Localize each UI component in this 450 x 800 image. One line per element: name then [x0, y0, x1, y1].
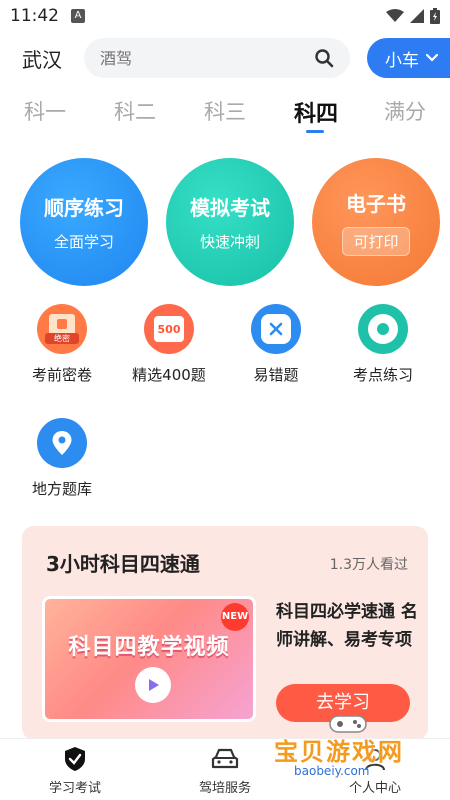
grid-item-selected-400[interactable]: 500 精选400题 [119, 304, 219, 385]
nav-label-study-exam: 学习考试 [48, 781, 101, 796]
subject-tabs: 科一 科二 科三 科四 满分 [0, 90, 450, 136]
ebook-button[interactable]: 电子书 可打印 [304, 150, 448, 294]
status-icons [386, 8, 440, 24]
active-tab-indicator [306, 130, 324, 133]
selected-400-icon: 500 [144, 304, 194, 354]
status-time: 11:42 [10, 6, 59, 26]
mock-exam-title: 模拟考试 [190, 196, 270, 220]
search-icon[interactable] [314, 48, 334, 68]
shield-check-icon [15, 745, 135, 773]
nav-driving-service[interactable]: 驾培服务 [165, 745, 285, 796]
promo-title: 3小时科目四速通 [46, 552, 200, 576]
sequential-practice-button[interactable]: 顺序练习 全面学习 [12, 150, 156, 294]
grid-item-secret-paper[interactable]: 绝密 考前密卷 [12, 304, 112, 385]
ebook-title: 电子书 [346, 192, 406, 216]
grid-item-wrong-questions[interactable]: 易错题 [226, 304, 326, 385]
new-badge: NEW [221, 603, 249, 631]
tab-subject-1[interactable]: 科一 [24, 96, 66, 126]
nav-label-driving-service: 驾培服务 [198, 781, 251, 796]
tab-full-score[interactable]: 满分 [384, 96, 426, 126]
play-icon[interactable] [135, 667, 171, 703]
tab-subject-2[interactable]: 科二 [114, 96, 156, 126]
secret-paper-icon: 绝密 [37, 304, 87, 354]
promo-view-count: 1.3万人看过 [329, 557, 408, 573]
vehicle-type-label: 小车 [385, 50, 419, 71]
selected-400-badge: 500 [157, 322, 181, 336]
car-icon [165, 745, 285, 773]
mock-exam-subtitle: 快速冲刺 [199, 233, 260, 251]
grid-label-wrong-questions: 易错题 [253, 366, 299, 384]
grid-item-exam-points[interactable]: 考点练习 [333, 304, 433, 385]
tab-subject-4[interactable]: 科四 [294, 96, 338, 128]
location-pin-icon [37, 418, 87, 468]
battery-icon [430, 8, 440, 24]
grid-label-local-bank: 地方题库 [31, 480, 92, 498]
grid-item-local-bank[interactable]: 地方题库 [12, 418, 112, 499]
grid-label-selected-400: 精选400题 [132, 366, 206, 384]
wifi-icon [386, 9, 404, 22]
vehicle-type-dropdown[interactable]: 小车 [367, 38, 450, 78]
sequential-practice-title: 顺序练习 [44, 196, 124, 220]
signal-icon [410, 9, 424, 23]
grid-label-secret-paper: 考前密卷 [31, 366, 92, 384]
nav-study-exam[interactable]: 学习考试 [15, 745, 135, 796]
tab-subject-3[interactable]: 科三 [204, 96, 246, 126]
promo-description: 科目四必学速通 名师讲解、易考专项 [276, 602, 418, 650]
secret-badge: 绝密 [45, 333, 79, 344]
city-selector[interactable]: 武汉 [22, 44, 62, 73]
sequential-practice-subtitle: 全面学习 [53, 233, 114, 251]
header: 武汉 小车 [0, 36, 450, 80]
ebook-printable-badge: 可打印 [342, 227, 410, 256]
mock-exam-button[interactable]: 模拟考试 快速冲刺 [158, 150, 302, 294]
promo-card[interactable]: 3小时科目四速通 1.3万人看过 科目四教学视频 NEW 科目四必学速通 名师讲… [22, 526, 428, 740]
wrong-question-icon [251, 304, 301, 354]
promo-video-thumbnail[interactable]: 科目四教学视频 NEW [42, 596, 256, 722]
watermark-text: 宝贝游戏网 [274, 738, 404, 766]
search-bar[interactable] [84, 38, 350, 78]
promo-thumbnail-title: 科目四教学视频 [68, 635, 230, 660]
watermark-url: baobeiy.com [294, 764, 370, 778]
watermark: 宝贝游戏网 baobeiy.com [270, 712, 440, 798]
notification-icon: A [71, 9, 85, 23]
search-input[interactable] [100, 48, 300, 68]
status-bar: 11:42 A [0, 0, 450, 32]
grid-label-exam-points: 考点练习 [352, 366, 413, 384]
chevron-down-icon [425, 53, 439, 62]
exam-point-icon [358, 304, 408, 354]
